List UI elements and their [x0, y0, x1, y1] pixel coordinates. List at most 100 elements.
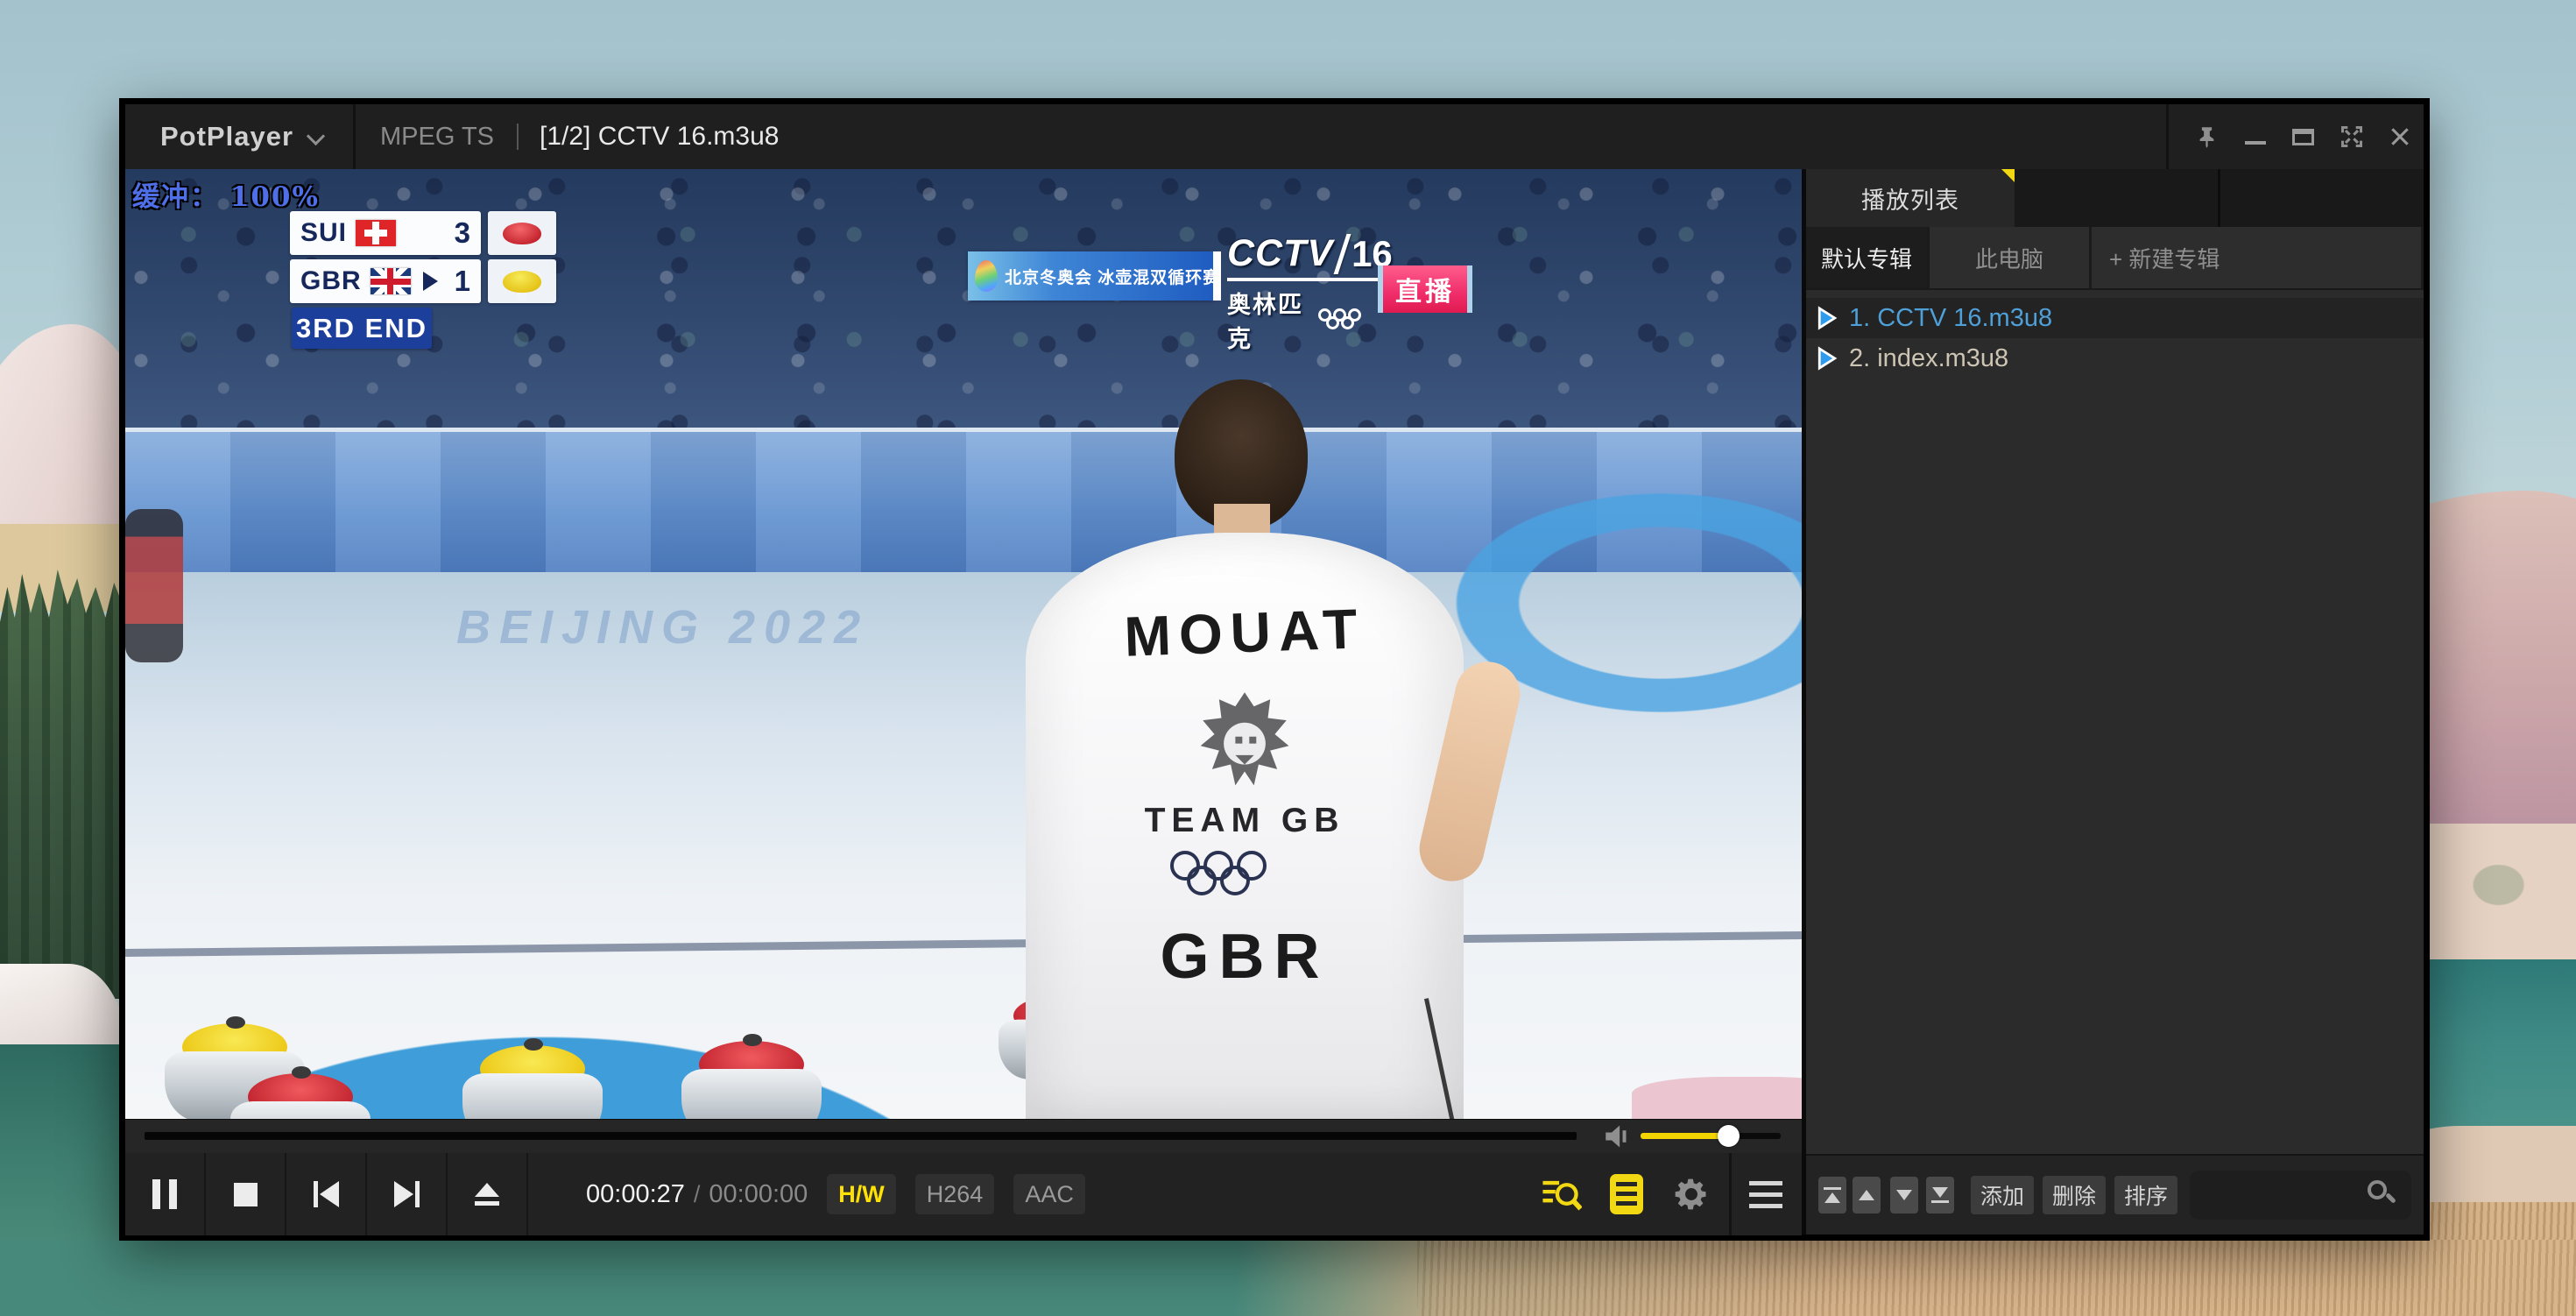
minimize-button[interactable]: [2231, 104, 2279, 169]
yellow-stone-icon: [503, 271, 541, 293]
channel-brand: 奥林匹克: [1227, 286, 1309, 354]
tab-this-pc[interactable]: 此电脑: [1930, 227, 2092, 288]
close-button[interactable]: [2375, 104, 2424, 169]
seek-row: [125, 1119, 1802, 1153]
fullscreen-button[interactable]: [2327, 104, 2375, 169]
close-icon: [2389, 125, 2411, 148]
scoreboard-row-sui: SUI 3: [290, 211, 556, 255]
playlist-item-label: 1. CCTV 16.m3u8: [1849, 304, 2052, 333]
time-total: 00:00:00: [709, 1180, 808, 1209]
main-menu-button[interactable]: [1737, 1153, 1802, 1235]
search-icon[interactable]: [2366, 1178, 2399, 1212]
curling-stone-yellow: [462, 1045, 603, 1119]
stream-format-label: MPEG TS: [380, 123, 494, 152]
control-bar: 00:00:27 / 00:00:00 H/W H264 AAC: [125, 1153, 1802, 1235]
minimize-icon: [2245, 141, 2266, 145]
logo-slash: [1334, 234, 1352, 274]
olympic-rings-icon: [1318, 308, 1385, 331]
titlebar-separator: [517, 124, 519, 150]
event-banner: 北京冬奥会 冰壶混双循环赛: [968, 251, 1213, 301]
move-up-button[interactable]: [1853, 1177, 1881, 1213]
pause-button[interactable]: [125, 1153, 206, 1235]
scoreboard-row-gbr: GBR 1: [290, 259, 556, 303]
move-bottom-button[interactable]: [1926, 1177, 1954, 1213]
chevron-down-icon[interactable]: [307, 129, 323, 145]
event-banner-text: 北京冬奥会 冰壶混双循环赛: [1005, 265, 1220, 288]
move-down-icon: [1896, 1190, 1912, 1200]
seek-bar[interactable]: [145, 1132, 1577, 1140]
potplayer-window: PotPlayer MPEG TS [1/2] CCTV 16.m3u8: [119, 98, 2430, 1241]
red-stone-icon: [503, 223, 541, 244]
tab-playlist[interactable]: 播放列表: [1806, 169, 2015, 227]
control-divider: [1729, 1153, 1732, 1235]
move-top-button[interactable]: [1818, 1177, 1846, 1213]
tab-new-album[interactable]: + 新建专辑: [2092, 227, 2424, 288]
speaker-icon[interactable]: [1604, 1124, 1634, 1149]
hw-decoder-badge[interactable]: H/W: [827, 1174, 895, 1214]
stop-icon: [234, 1183, 258, 1206]
move-up-icon: [1859, 1190, 1874, 1200]
eject-button[interactable]: [448, 1153, 528, 1235]
playlist-header: 播放列表: [1806, 169, 2424, 227]
volume-fill: [1641, 1133, 1728, 1139]
titlebar[interactable]: PotPlayer MPEG TS [1/2] CCTV 16.m3u8: [125, 104, 2424, 169]
playlist-item[interactable]: 2. index.m3u8: [1806, 338, 2424, 379]
channel-logo: CCTV 16 奥林匹克: [1227, 232, 1385, 354]
next-button[interactable]: [367, 1153, 448, 1235]
curling-stone-red: [230, 1073, 371, 1119]
desktop: PotPlayer MPEG TS [1/2] CCTV 16.m3u8: [0, 0, 2576, 1316]
playlist-search-input[interactable]: [2190, 1182, 2366, 1209]
next-icon: [394, 1181, 420, 1207]
open-browse-button[interactable]: [1529, 1153, 1594, 1235]
team-score: 3: [455, 216, 470, 250]
titlebar-divider: [2166, 104, 2169, 169]
wallpaper-pine-trees: [0, 561, 123, 999]
team-code: SUI: [300, 218, 347, 248]
playlist-items: 1. CCTV 16.m3u8 2. index.m3u8: [1806, 290, 2424, 1154]
settings-button[interactable]: [1659, 1153, 1724, 1235]
pause-icon: [152, 1179, 177, 1209]
video-frame[interactable]: BEIJING 2022: [125, 169, 1802, 1119]
stop-button[interactable]: [206, 1153, 286, 1235]
rink-watermark: BEIJING 2022: [456, 600, 869, 654]
live-badge-text: 直播: [1383, 265, 1467, 313]
move-down-button[interactable]: [1890, 1177, 1918, 1213]
playlist-toolbar: 添加 删除 排序: [1806, 1154, 2424, 1235]
header-divider: [2218, 169, 2220, 227]
time-separator: /: [694, 1181, 701, 1208]
channel-name: CCTV: [1227, 232, 1333, 275]
fullscreen-icon: [2340, 124, 2364, 149]
live-badge: 直播: [1378, 265, 1472, 313]
titlebar-divider: [353, 104, 356, 169]
olympic-rings-print: [1170, 851, 1319, 902]
team-score: 1: [455, 265, 470, 298]
eject-icon: [475, 1183, 499, 1206]
games-emblem-icon: [975, 260, 998, 292]
official-figure: [125, 509, 183, 662]
audio-codec-badge[interactable]: AAC: [1013, 1174, 1085, 1214]
tab-default-album[interactable]: 默认专辑: [1806, 227, 1930, 288]
playlist-toggle-button[interactable]: [1594, 1153, 1659, 1235]
maximize-button[interactable]: [2279, 104, 2327, 169]
pin-button[interactable]: [2183, 104, 2231, 169]
team-code: GBR: [300, 266, 362, 296]
add-button[interactable]: 添加: [1971, 1176, 2034, 1214]
volume-knob[interactable]: [1718, 1125, 1740, 1147]
previous-button[interactable]: [286, 1153, 367, 1235]
team-gb-lion-crest: [1196, 688, 1294, 795]
time-current: 00:00:27: [586, 1180, 685, 1209]
quick-search-icon: [1542, 1176, 1582, 1213]
previous-icon: [314, 1181, 339, 1207]
album-tabs: 默认专辑 此电脑 + 新建专辑: [1806, 227, 2424, 290]
playlist-item[interactable]: 1. CCTV 16.m3u8: [1806, 298, 2424, 338]
move-top-icon: [1824, 1187, 1841, 1190]
playlist-search-box[interactable]: [2190, 1171, 2411, 1220]
hammer-arrow-icon: [423, 272, 438, 291]
volume-slider[interactable]: [1641, 1133, 1781, 1139]
sort-button[interactable]: 排序: [2114, 1176, 2177, 1214]
video-codec-badge[interactable]: H264: [915, 1174, 995, 1214]
delete-button[interactable]: 删除: [2043, 1176, 2106, 1214]
app-menu-button[interactable]: PotPlayer: [160, 121, 293, 152]
shirt-team-print: TEAM GB: [1026, 802, 1464, 840]
menu-icon: [1749, 1181, 1782, 1208]
